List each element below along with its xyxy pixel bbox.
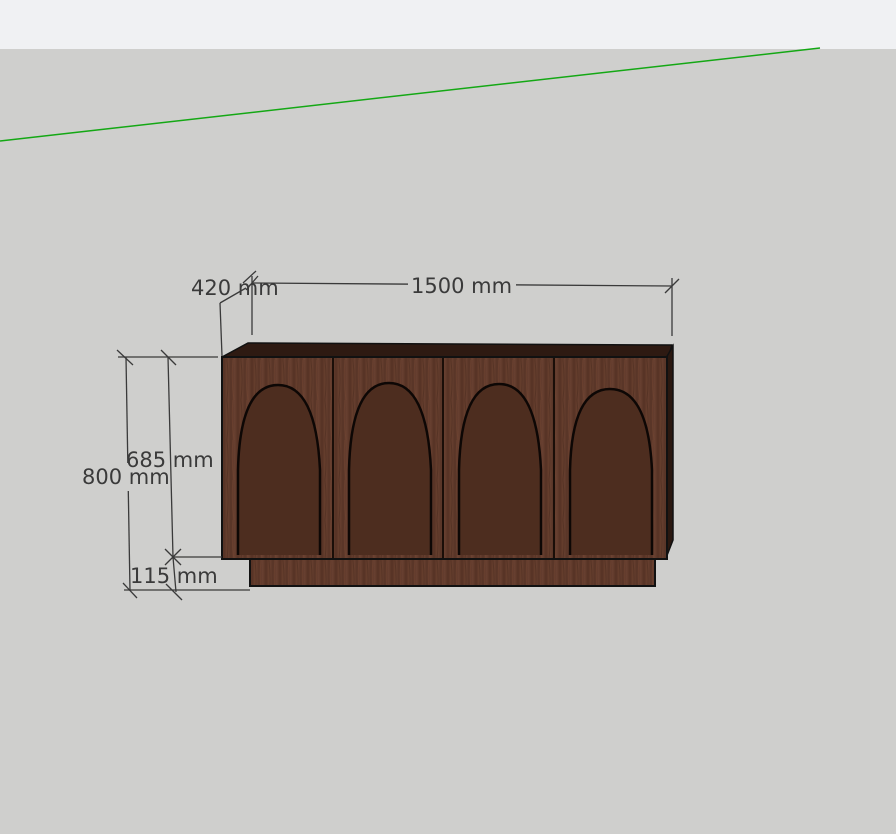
sideboard-model[interactable] — [221, 342, 674, 587]
depth-label: 420 mm — [191, 276, 279, 300]
cabinet-plinth — [249, 558, 656, 587]
door-arch-3 — [457, 382, 543, 555]
door-arch-4 — [568, 387, 654, 555]
plinth-height-label: 115 mm — [130, 564, 218, 588]
width-label: 1500 mm — [411, 274, 512, 298]
body-height-label: 685 mm — [126, 448, 214, 472]
door-arch-1 — [236, 383, 322, 555]
model-viewport[interactable]: 1500 mm 420 mm 800 mm 685 mm 115 mm — [0, 0, 896, 834]
green-axis-line — [0, 47, 821, 142]
cabinet-top-surface — [221, 342, 674, 359]
door-arch-2 — [347, 381, 433, 555]
